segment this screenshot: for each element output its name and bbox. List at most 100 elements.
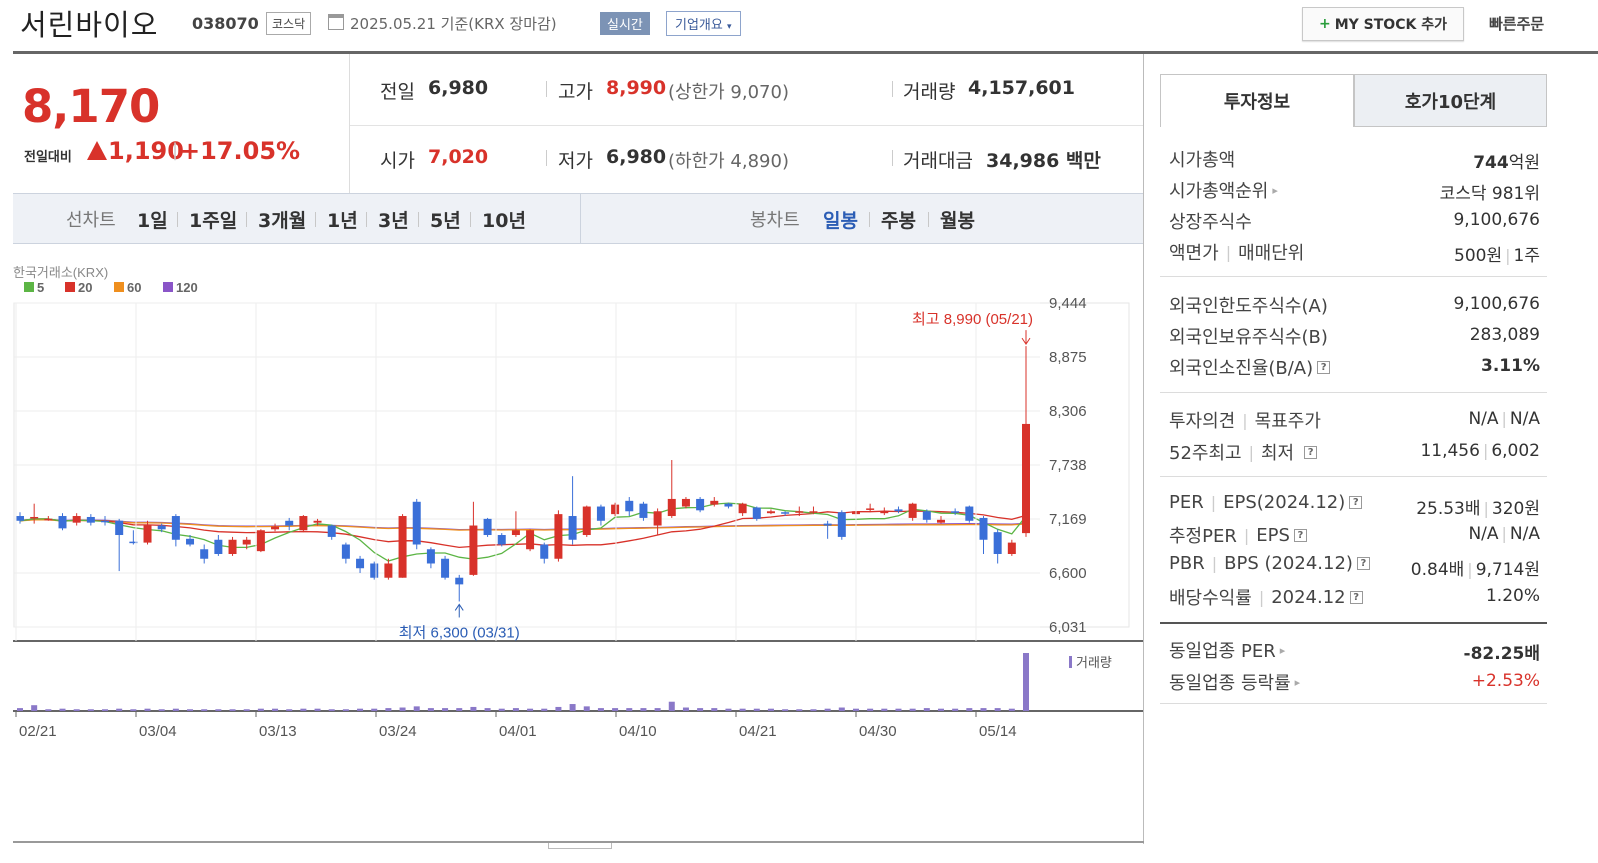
listed-shares-value: 9,100,676 bbox=[1453, 210, 1540, 230]
candle-body bbox=[908, 503, 917, 518]
candle-body bbox=[171, 516, 180, 540]
candle-daily[interactable]: 일봉 bbox=[823, 206, 858, 233]
quick-order-link[interactable]: 빠른주문 bbox=[1489, 13, 1544, 34]
add-my-stock-button[interactable]: + MY STOCK 추가 bbox=[1302, 7, 1464, 41]
legend-swatch bbox=[114, 282, 124, 292]
panel-divider bbox=[1160, 622, 1547, 624]
candle-body bbox=[752, 507, 761, 519]
tab-order-book[interactable]: 호가10단계 bbox=[1354, 74, 1547, 127]
est-per-label: 추정PER | EPS? bbox=[1169, 522, 1307, 548]
foreign-limit-label: 외국인한도주식수(A) bbox=[1169, 296, 1328, 317]
industry-per-label[interactable]: 동일업종 PER ▸ bbox=[1169, 637, 1285, 663]
volume-bar bbox=[498, 708, 505, 711]
volume-bar bbox=[612, 708, 619, 711]
period-separator bbox=[869, 212, 870, 227]
per-label: PER | EPS(2024.12)? bbox=[1169, 492, 1363, 513]
foreign-holding-value: 283,089 bbox=[1469, 325, 1540, 345]
x-tick-label: 04/21 bbox=[739, 723, 777, 740]
candle-body bbox=[667, 498, 676, 517]
period-divider bbox=[580, 194, 581, 244]
candle-body bbox=[540, 544, 549, 559]
period-1w[interactable]: 1주일 bbox=[189, 206, 237, 233]
high-value: 8,990 bbox=[606, 77, 667, 99]
candle-body bbox=[58, 516, 67, 529]
candle-body bbox=[72, 516, 81, 523]
candle-body bbox=[327, 525, 336, 537]
market-cap-rank-label[interactable]: 시가총액순위 ▸ bbox=[1169, 177, 1278, 203]
industry-change-label[interactable]: 동일업종 등락률 ▸ bbox=[1169, 669, 1300, 695]
candle-body bbox=[993, 532, 1002, 554]
volume-bar bbox=[172, 708, 179, 711]
candle-body bbox=[710, 500, 719, 505]
volume-bar bbox=[427, 708, 434, 711]
period-separator bbox=[315, 212, 316, 227]
candle-body bbox=[639, 503, 648, 518]
period-5y[interactable]: 5년 bbox=[430, 206, 461, 233]
volume-bar bbox=[682, 707, 689, 711]
candle-weekly[interactable]: 주봉 bbox=[881, 206, 916, 233]
volume-bar bbox=[215, 709, 222, 711]
candle-body bbox=[356, 558, 365, 569]
candle-body bbox=[866, 508, 875, 510]
period-1y[interactable]: 1년 bbox=[327, 206, 358, 233]
legend-swatch bbox=[24, 282, 34, 292]
volume-bar bbox=[966, 708, 973, 711]
upper-limit: (상한가 9,070) bbox=[668, 82, 789, 103]
volume-legend-swatch bbox=[1069, 656, 1072, 668]
candle-body bbox=[426, 549, 435, 564]
y-axis-ticks: 9,444 8,875 8,306 7,738 7,169 6,600 6,031 bbox=[1049, 295, 1087, 636]
period-1d[interactable]: 1일 bbox=[137, 206, 168, 233]
candle-body bbox=[341, 544, 350, 559]
candle-body bbox=[823, 523, 832, 526]
help-icon[interactable]: ? bbox=[1293, 528, 1307, 542]
tab-invest-info[interactable]: 투자정보 bbox=[1160, 74, 1354, 127]
candle-body bbox=[228, 539, 237, 554]
candle-body bbox=[837, 512, 846, 537]
help-icon[interactable]: ? bbox=[1356, 557, 1370, 570]
period-3y[interactable]: 3년 bbox=[378, 206, 409, 233]
chevron-right-icon: ▸ bbox=[1272, 183, 1278, 197]
volume-bar bbox=[201, 709, 208, 711]
volume-bar bbox=[994, 708, 1001, 711]
market-cap-label: 시가총액 bbox=[1169, 150, 1236, 171]
legend-label: 20 bbox=[78, 280, 92, 295]
company-overview-dropdown[interactable]: 기업개요 ▾ bbox=[666, 11, 741, 36]
company-overview-label: 기업개요 bbox=[675, 18, 723, 33]
volume-bar bbox=[470, 706, 477, 711]
volume-bar bbox=[909, 708, 916, 711]
candle-body bbox=[766, 511, 775, 514]
help-icon[interactable]: ? bbox=[1349, 590, 1363, 604]
help-icon[interactable]: ? bbox=[1304, 445, 1318, 459]
change-separator: | bbox=[172, 140, 179, 161]
volume-bar bbox=[923, 708, 930, 711]
candlestick-chart[interactable]: 한국거래소(KRX) 5 20 60 120 9,444 8,875 8,306 7,738… bbox=[0, 255, 1143, 755]
period-10y[interactable]: 10년 bbox=[482, 206, 526, 233]
open-label: 시가 bbox=[380, 150, 415, 172]
volume-bar bbox=[668, 701, 675, 711]
chart-legend: 5 20 60 120 bbox=[24, 280, 198, 295]
period-separator bbox=[928, 212, 929, 227]
y-tick-label: 8,875 bbox=[1049, 349, 1087, 366]
period-3m[interactable]: 3개월 bbox=[258, 206, 306, 233]
help-icon[interactable]: ? bbox=[1317, 360, 1331, 374]
volume-bar bbox=[980, 708, 987, 711]
x-tick-label: 04/10 bbox=[619, 723, 657, 740]
candle-body bbox=[582, 506, 591, 536]
help-icon[interactable]: ? bbox=[1349, 496, 1363, 509]
industry-change-value: +2.53% bbox=[1471, 671, 1540, 691]
y-tick-label: 6,031 bbox=[1049, 619, 1087, 636]
volume-bar bbox=[697, 708, 704, 711]
candle-body bbox=[653, 511, 662, 526]
candle-body bbox=[724, 503, 733, 507]
chart-source-label: 한국거래소(KRX) bbox=[13, 265, 108, 280]
candle-body bbox=[1022, 423, 1030, 534]
high-label: 고가 bbox=[558, 81, 593, 103]
volume-bar bbox=[782, 709, 789, 711]
candle-body bbox=[86, 516, 95, 523]
candle-body bbox=[370, 563, 379, 578]
volume-bar bbox=[385, 708, 392, 711]
candle-monthly[interactable]: 월봉 bbox=[940, 206, 975, 233]
period-separator bbox=[418, 212, 419, 227]
face-value-label: 액면가 | 매매단위 bbox=[1169, 242, 1305, 265]
legend-label: 120 bbox=[176, 280, 198, 295]
